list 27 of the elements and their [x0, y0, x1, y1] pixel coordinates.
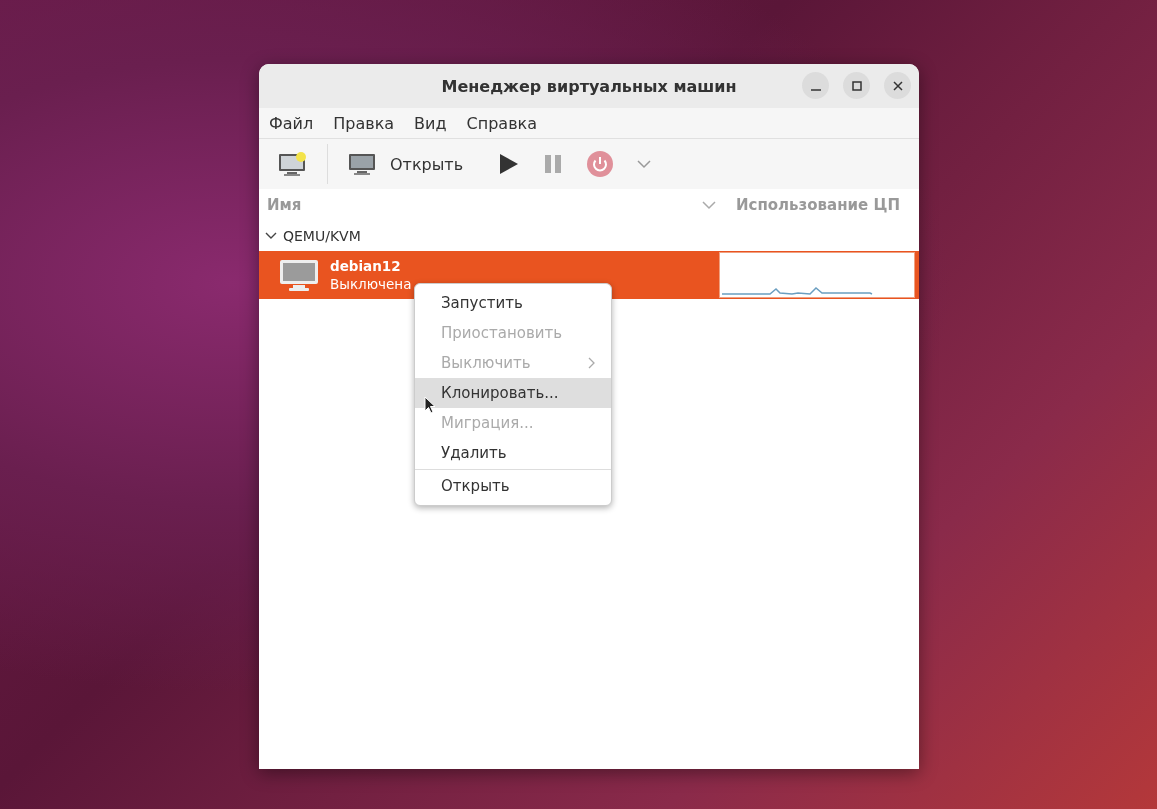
- pause-icon: [543, 154, 564, 174]
- window-title: Менеджер виртуальных машин: [441, 76, 737, 96]
- maximize-icon: [850, 79, 863, 92]
- monitor-star-icon: [277, 151, 307, 177]
- menu-item[interactable]: Справка: [466, 113, 538, 133]
- menu-item[interactable]: Файл: [269, 113, 314, 133]
- menu-item[interactable]: Вид: [414, 113, 447, 133]
- vm-status: Выключена: [330, 275, 413, 293]
- monitor-icon: [279, 258, 319, 292]
- close-icon: [891, 79, 904, 92]
- mouse-pointer-icon: [424, 396, 436, 414]
- menu-item[interactable]: Правка: [333, 113, 395, 133]
- close-button[interactable]: [884, 72, 911, 99]
- vm-name: debian12: [330, 257, 402, 275]
- expander-icon: [265, 231, 277, 241]
- context-menu-item[interactable]: Клонировать...: [415, 378, 611, 408]
- open-button[interactable]: Открыть: [340, 148, 472, 180]
- monitor-icon: [348, 152, 376, 176]
- minimize-button[interactable]: [802, 72, 829, 99]
- chevron-down-icon: [637, 159, 652, 169]
- context-menu-item[interactable]: Удалить: [415, 438, 611, 468]
- play-icon: [497, 153, 520, 175]
- minimize-icon: [810, 88, 821, 91]
- context-menu-item[interactable]: Открыть: [415, 471, 611, 501]
- group-row[interactable]: QEMU/KVM: [259, 221, 919, 251]
- maximize-button[interactable]: [843, 72, 870, 99]
- power-icon: [587, 151, 614, 177]
